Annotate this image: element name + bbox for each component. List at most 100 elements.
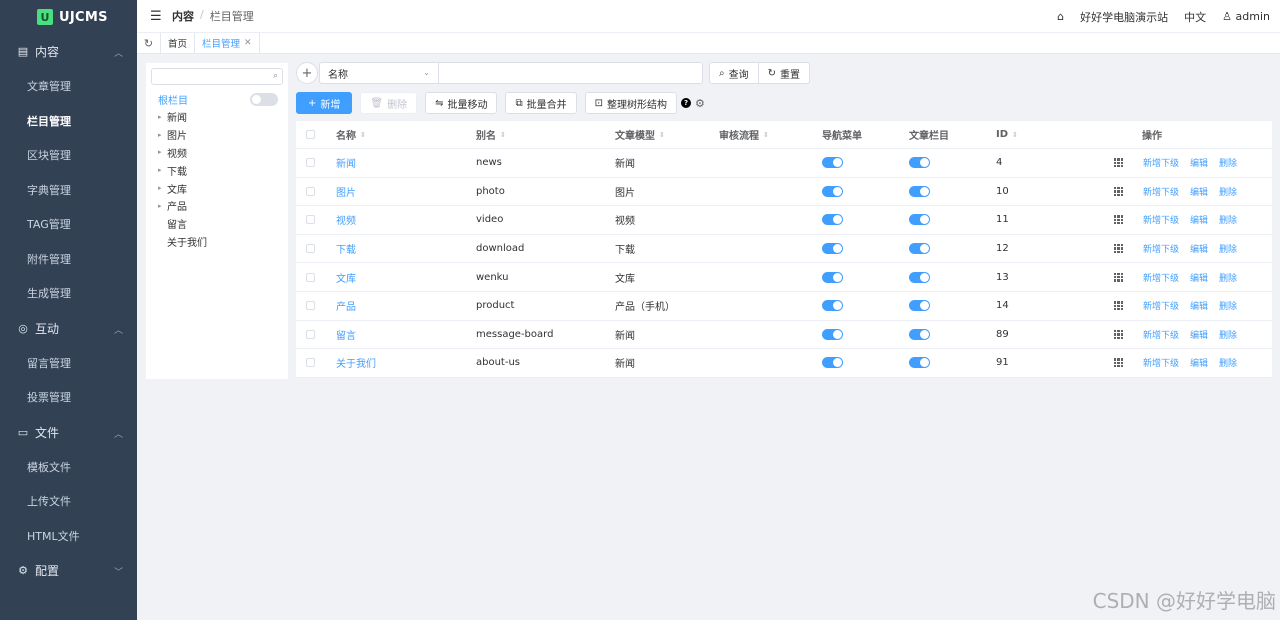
delete-link[interactable]: 删除 bbox=[1219, 328, 1237, 341]
col-header-model[interactable]: 文章模型 ⇕ bbox=[615, 121, 665, 148]
tree-root[interactable]: 根栏目 bbox=[146, 90, 288, 108]
edit-link[interactable]: 编辑 bbox=[1190, 242, 1208, 255]
row-checkbox[interactable] bbox=[306, 349, 315, 377]
edit-link[interactable]: 编辑 bbox=[1190, 271, 1208, 284]
add-condition-button[interactable]: + bbox=[296, 62, 318, 84]
delete-button[interactable]: 🗑 删除 bbox=[360, 92, 418, 114]
article-column-switch[interactable] bbox=[909, 321, 930, 349]
site-switcher[interactable]: 好好学电脑演示站 bbox=[1080, 9, 1168, 25]
drag-handle-icon[interactable] bbox=[1114, 206, 1123, 234]
row-checkbox[interactable] bbox=[306, 149, 315, 177]
caret-right-icon[interactable]: ▸ bbox=[158, 166, 167, 174]
row-name-link[interactable]: 文库 bbox=[336, 263, 356, 291]
row-checkbox[interactable] bbox=[306, 263, 315, 291]
tidy-tree-button[interactable]: ⊡ 整理树形结构 bbox=[584, 92, 678, 114]
row-name-link[interactable]: 关于我们 bbox=[336, 349, 376, 377]
delete-link[interactable]: 删除 bbox=[1219, 156, 1237, 169]
article-column-switch[interactable] bbox=[909, 292, 930, 320]
col-header-id[interactable]: ID ⇕ bbox=[996, 121, 1018, 148]
row-checkbox[interactable] bbox=[306, 321, 315, 349]
tree-node[interactable]: ▸ 视频 bbox=[146, 144, 288, 162]
add-child-link[interactable]: 新增下级 bbox=[1143, 156, 1179, 169]
article-column-switch[interactable] bbox=[909, 263, 930, 291]
sidebar-group[interactable]: ▤ 内容 ︿ bbox=[0, 34, 137, 69]
delete-link[interactable]: 删除 bbox=[1219, 213, 1237, 226]
tab-home[interactable]: 首页 bbox=[161, 33, 196, 53]
drag-handle-icon[interactable] bbox=[1114, 349, 1123, 377]
edit-link[interactable]: 编辑 bbox=[1190, 356, 1208, 369]
drag-handle-icon[interactable] bbox=[1114, 235, 1123, 263]
nav-menu-switch[interactable] bbox=[822, 321, 843, 349]
add-button[interactable]: + 新增 bbox=[296, 92, 353, 114]
tree-node[interactable]: ▸ 产品 bbox=[146, 197, 288, 215]
row-checkbox[interactable] bbox=[306, 292, 315, 320]
delete-link[interactable]: 删除 bbox=[1219, 185, 1237, 198]
drag-handle-icon[interactable] bbox=[1114, 321, 1123, 349]
delete-link[interactable]: 删除 bbox=[1219, 356, 1237, 369]
edit-link[interactable]: 编辑 bbox=[1190, 299, 1208, 312]
nav-menu-switch[interactable] bbox=[822, 292, 843, 320]
refresh-icon[interactable]: ↻ bbox=[137, 33, 161, 53]
sidebar-item[interactable]: 字典管理 bbox=[0, 173, 137, 208]
article-column-switch[interactable] bbox=[909, 178, 930, 206]
tree-node[interactable]: ▸ 文库 bbox=[146, 179, 288, 197]
add-child-link[interactable]: 新增下级 bbox=[1143, 185, 1179, 198]
sidebar-group[interactable]: ⚙ 配置 ﹀ bbox=[0, 553, 137, 588]
nav-menu-switch[interactable] bbox=[822, 206, 843, 234]
sidebar-item[interactable]: HTML文件 bbox=[0, 519, 137, 554]
caret-right-icon[interactable]: ▸ bbox=[158, 184, 167, 192]
search-input[interactable] bbox=[439, 62, 703, 84]
nav-menu-switch[interactable] bbox=[822, 349, 843, 377]
drag-handle-icon[interactable] bbox=[1114, 263, 1123, 291]
sidebar-group[interactable]: ◎ 互动 ︿ bbox=[0, 311, 137, 346]
caret-right-icon[interactable]: ▸ bbox=[158, 113, 167, 121]
row-name-link[interactable]: 留言 bbox=[336, 321, 356, 349]
select-all-checkbox[interactable] bbox=[306, 121, 315, 148]
sidebar-item[interactable]: 附件管理 bbox=[0, 242, 137, 277]
row-name-link[interactable]: 图片 bbox=[336, 178, 356, 206]
tree-node[interactable]: 留言 bbox=[146, 215, 288, 233]
menu-toggle-icon[interactable]: ☰ bbox=[150, 9, 162, 24]
query-button[interactable]: ⌕ 查询 bbox=[709, 62, 759, 84]
close-icon[interactable]: ✕ bbox=[244, 38, 252, 48]
article-column-switch[interactable] bbox=[909, 349, 930, 377]
row-checkbox[interactable] bbox=[306, 206, 315, 234]
sidebar-item[interactable]: 上传文件 bbox=[0, 484, 137, 519]
edit-link[interactable]: 编辑 bbox=[1190, 156, 1208, 169]
add-child-link[interactable]: 新增下级 bbox=[1143, 213, 1179, 226]
expand-all-toggle[interactable] bbox=[250, 93, 278, 106]
caret-right-icon[interactable]: ▸ bbox=[158, 148, 167, 156]
edit-link[interactable]: 编辑 bbox=[1190, 328, 1208, 341]
col-header-name[interactable]: 名称 ⇕ bbox=[336, 121, 366, 148]
row-name-link[interactable]: 下载 bbox=[336, 235, 356, 263]
row-checkbox[interactable] bbox=[306, 178, 315, 206]
batch-merge-button[interactable]: ⧉ 批量合并 bbox=[505, 92, 577, 114]
batch-move-button[interactable]: ⇋ 批量移动 bbox=[425, 92, 498, 114]
row-name-link[interactable]: 视频 bbox=[336, 206, 356, 234]
drag-handle-icon[interactable] bbox=[1114, 149, 1123, 177]
row-name-link[interactable]: 新闻 bbox=[336, 149, 356, 177]
delete-link[interactable]: 删除 bbox=[1219, 242, 1237, 255]
user-menu[interactable]: ♙ admin bbox=[1222, 10, 1270, 23]
nav-menu-switch[interactable] bbox=[822, 178, 843, 206]
tree-node[interactable]: ▸ 下载 bbox=[146, 161, 288, 179]
home-icon[interactable]: ⌂ bbox=[1057, 10, 1064, 23]
drag-handle-icon[interactable] bbox=[1114, 292, 1123, 320]
tree-node[interactable]: ▸ 图片 bbox=[146, 126, 288, 144]
tree-search-input[interactable]: ⌕ bbox=[151, 68, 283, 85]
tree-node[interactable]: ▸ 新闻 bbox=[146, 108, 288, 126]
sidebar-item[interactable]: 栏目管理 bbox=[0, 104, 137, 139]
sidebar-item[interactable]: 区块管理 bbox=[0, 138, 137, 173]
add-child-link[interactable]: 新增下级 bbox=[1143, 271, 1179, 284]
tab-column-management[interactable]: 栏目管理 ✕ bbox=[195, 33, 260, 53]
sidebar-item[interactable]: 投票管理 bbox=[0, 380, 137, 415]
nav-menu-switch[interactable] bbox=[822, 149, 843, 177]
row-name-link[interactable]: 产品 bbox=[336, 292, 356, 320]
add-child-link[interactable]: 新增下级 bbox=[1143, 328, 1179, 341]
col-header-alias[interactable]: 别名 ⇕ bbox=[476, 121, 506, 148]
article-column-switch[interactable] bbox=[909, 206, 930, 234]
sidebar-item[interactable]: 生成管理 bbox=[0, 276, 137, 311]
add-child-link[interactable]: 新增下级 bbox=[1143, 299, 1179, 312]
add-child-link[interactable]: 新增下级 bbox=[1143, 242, 1179, 255]
gear-icon[interactable]: ⚙ bbox=[695, 97, 705, 110]
